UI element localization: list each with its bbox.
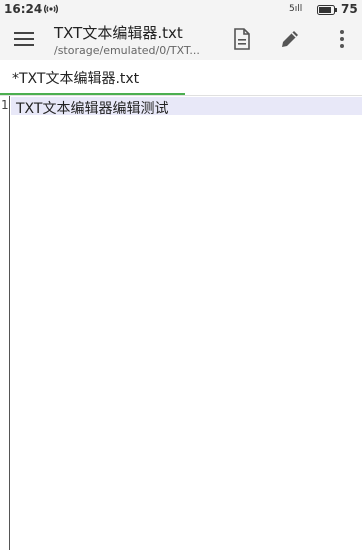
signal-icon: 5ıll [289,4,303,14]
line-number: 1 [1,98,9,112]
document-icon[interactable] [230,27,254,51]
file-path: /storage/emulated/0/TXT... [54,44,200,57]
battery-icon [317,4,337,15]
battery-level: 75 [341,2,358,16]
hotspot-icon [43,2,59,17]
line-number-gutter: 1 [0,96,10,550]
app-bar: TXT文本编辑器.txt /storage/emulated/0/TXT... [0,18,362,60]
menu-icon[interactable] [12,28,36,50]
text-editor[interactable]: 1 TXT文本编辑器编辑测试 [0,96,362,550]
tab-strip: *TXT文本编辑器.txt [0,60,362,96]
title-block: TXT文本编辑器.txt /storage/emulated/0/TXT... [54,22,214,57]
more-vert-icon[interactable] [330,27,354,51]
tab-file[interactable]: *TXT文本编辑器.txt [0,60,185,95]
app-title: TXT文本编辑器.txt [54,24,183,42]
status-bar: 16:24 5ıll 75 [0,0,362,18]
editor-line[interactable]: TXT文本编辑器编辑测试 [16,98,168,118]
tab-file-label: *TXT文本编辑器.txt [12,71,140,87]
status-time: 16:24 [4,2,43,16]
pencil-icon[interactable] [278,27,302,51]
